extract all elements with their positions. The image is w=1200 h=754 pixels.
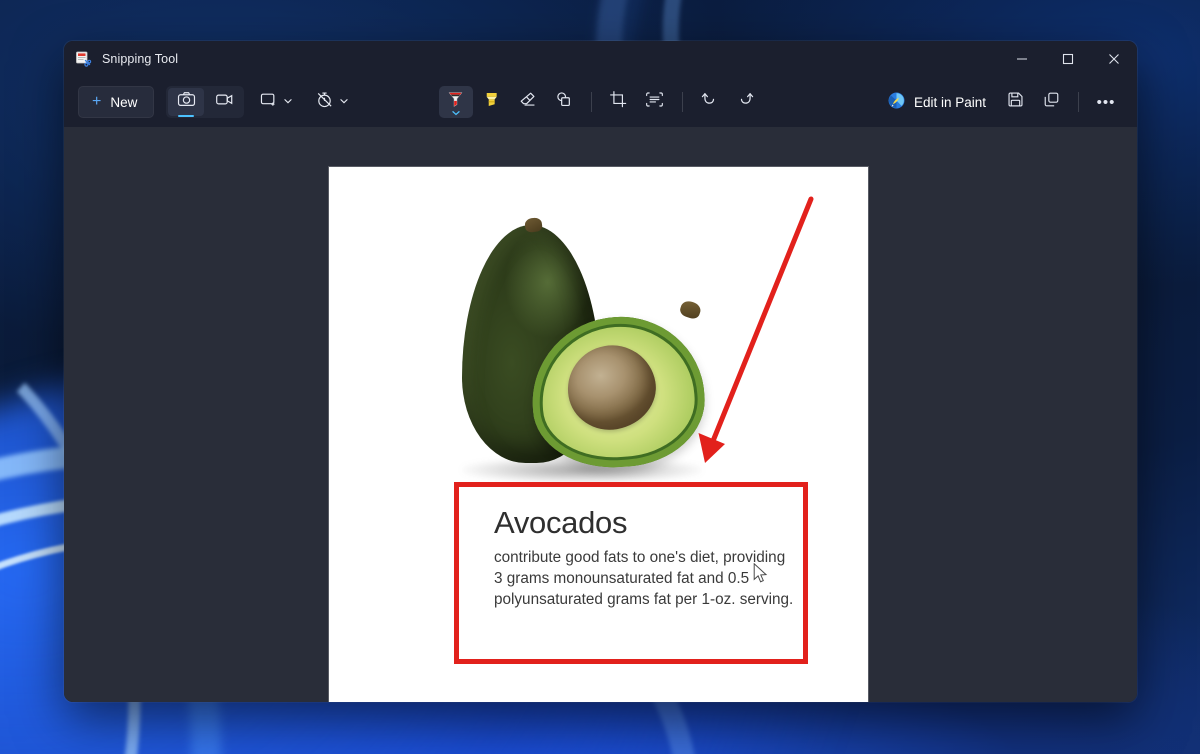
timer-off-icon bbox=[315, 90, 334, 114]
close-button[interactable] bbox=[1091, 41, 1137, 77]
undo-button[interactable] bbox=[693, 86, 727, 118]
toolbar-left-group: + New bbox=[78, 86, 356, 118]
title-bar[interactable]: Snipping Tool bbox=[64, 41, 1137, 77]
edit-in-paint-label: Edit in Paint bbox=[913, 94, 986, 110]
delay-dropdown[interactable] bbox=[308, 86, 356, 118]
text-actions-tool[interactable] bbox=[638, 86, 672, 118]
ellipsis-icon: ••• bbox=[1096, 93, 1116, 111]
plus-icon: + bbox=[92, 93, 102, 110]
copy-button[interactable] bbox=[1034, 86, 1068, 118]
avocado-pit bbox=[561, 338, 663, 437]
redo-button[interactable] bbox=[729, 86, 763, 118]
undo-icon bbox=[699, 89, 720, 115]
toolbar-separator bbox=[590, 92, 592, 112]
edit-in-paint-button[interactable]: Edit in Paint bbox=[877, 86, 996, 118]
save-button[interactable] bbox=[998, 86, 1032, 118]
highlighter-icon bbox=[481, 89, 502, 115]
toolbar-separator bbox=[681, 92, 683, 112]
rectangle-snip-icon bbox=[259, 90, 278, 114]
camera-icon bbox=[177, 90, 196, 114]
crop-tool[interactable] bbox=[602, 86, 636, 118]
text-actions-icon bbox=[644, 89, 665, 115]
minimize-button[interactable] bbox=[999, 41, 1045, 77]
shapes-icon bbox=[553, 89, 574, 115]
ballpoint-pen-tool[interactable] bbox=[438, 86, 473, 118]
annotation-tools-group bbox=[438, 86, 763, 118]
chevron-down-icon bbox=[339, 93, 349, 111]
window-controls bbox=[999, 41, 1137, 77]
snip-canvas-area[interactable]: Avocados contribute good fats to one's d… bbox=[64, 127, 1137, 702]
eraser-icon bbox=[517, 89, 538, 115]
new-snip-label: New bbox=[110, 94, 138, 110]
highlighter-tool[interactable] bbox=[475, 86, 509, 118]
avocado-photo bbox=[444, 215, 714, 485]
snipping-tool-window: Snipping Tool + New Edit in Paint ••• Av… bbox=[64, 41, 1137, 702]
paint-app-icon bbox=[887, 91, 906, 113]
redo-icon bbox=[735, 89, 756, 115]
capture-mode-group bbox=[166, 86, 245, 118]
window-title: Snipping Tool bbox=[102, 52, 179, 66]
more-options-button[interactable]: ••• bbox=[1089, 86, 1123, 118]
crop-icon bbox=[608, 89, 629, 115]
snip-shape-dropdown[interactable] bbox=[252, 86, 300, 118]
chevron-down-icon bbox=[283, 93, 293, 111]
copy-icon bbox=[1042, 90, 1061, 114]
camera-mode-button[interactable] bbox=[168, 88, 205, 116]
new-snip-button[interactable]: + New bbox=[78, 86, 155, 118]
save-disk-icon bbox=[1006, 90, 1025, 114]
main-toolbar: + New Edit in Paint ••• bbox=[64, 77, 1137, 127]
video-mode-button[interactable] bbox=[206, 88, 242, 116]
toolbar-separator bbox=[1078, 92, 1079, 112]
maximize-button[interactable] bbox=[1045, 41, 1091, 77]
toolbar-right-group: Edit in Paint ••• bbox=[877, 86, 1123, 118]
pen-options-chevron-icon[interactable] bbox=[451, 110, 460, 118]
eraser-tool[interactable] bbox=[511, 86, 545, 118]
mouse-cursor bbox=[753, 563, 768, 583]
captured-screenshot[interactable]: Avocados contribute good fats to one's d… bbox=[329, 167, 868, 702]
snipping-tool-icon bbox=[74, 50, 92, 68]
video-camera-icon bbox=[215, 90, 234, 114]
shapes-tool[interactable] bbox=[547, 86, 581, 118]
